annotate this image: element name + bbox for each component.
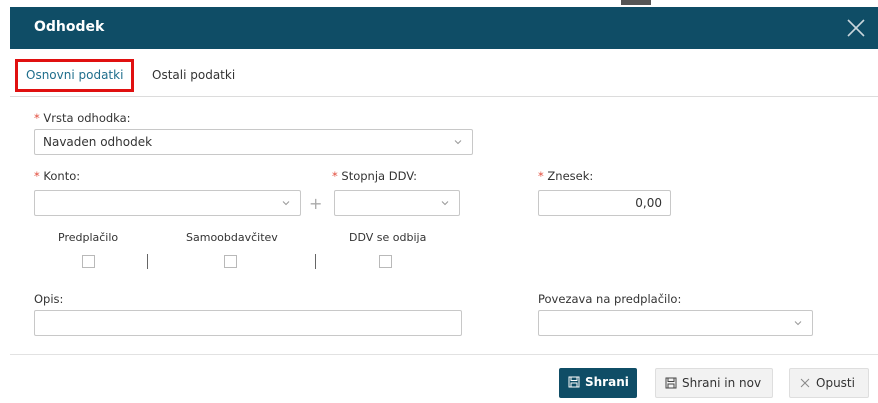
vrsta-odhodka-value: Navaden odhodek [43, 135, 153, 149]
required-marker: * [34, 169, 40, 183]
konto-select[interactable] [34, 190, 301, 216]
tab-bar: Osnovni podatki Ostali podatki [10, 49, 878, 97]
save-button[interactable]: Shrani [559, 368, 637, 398]
samoobdavcitev-label: Samoobdavčitev [186, 231, 278, 244]
ddv-se-odbija-label: DDV se odbija [349, 231, 427, 244]
znesek-label: * Znesek: [538, 169, 593, 183]
vrsta-odhodka-select[interactable]: Navaden odhodek [34, 129, 473, 155]
plus-sign: + [309, 194, 323, 213]
konto-label-text: Konto: [43, 169, 81, 183]
znesek-label-text: Znesek: [547, 169, 594, 183]
background-strip [10, 0, 878, 7]
znesek-input[interactable]: 0,00 [538, 190, 671, 216]
close-icon [800, 378, 810, 388]
divider [147, 254, 148, 269]
footer-divider [10, 354, 878, 355]
stopnja-ddv-select[interactable] [334, 190, 460, 216]
floppy-disk-icon [665, 377, 677, 389]
divider [315, 254, 316, 269]
stopnja-ddv-label: * Stopnja DDV: [332, 169, 417, 183]
expense-dialog: Odhodek Osnovni podatki Ostali podatki *… [10, 7, 878, 403]
dialog-header: Odhodek [10, 7, 878, 49]
save-and-new-button-label: Shrani in nov [682, 376, 762, 390]
predplacilo-checkbox[interactable] [82, 255, 95, 268]
required-marker: * [34, 111, 40, 125]
close-icon[interactable] [844, 16, 868, 40]
vrsta-odhodka-label-text: Vrsta odhodka: [43, 111, 131, 125]
save-and-new-button[interactable]: Shrani in nov [655, 368, 773, 398]
required-marker: * [332, 169, 338, 183]
required-marker: * [538, 169, 544, 183]
stopnja-ddv-label-text: Stopnja DDV: [341, 169, 418, 183]
znesek-value: 0,00 [635, 196, 662, 210]
chevron-down-icon [454, 140, 462, 145]
povezava-select[interactable] [538, 310, 813, 336]
vrsta-odhodka-label: * Vrsta odhodka: [34, 111, 131, 125]
chevron-down-icon [282, 201, 290, 206]
dialog-title: Odhodek [34, 19, 105, 35]
povezava-label: Povezava na predplačilo: [538, 292, 682, 306]
background-fragment [621, 0, 651, 5]
opis-input[interactable] [34, 310, 462, 336]
konto-label: * Konto: [34, 169, 80, 183]
tab-osnovni-podatki[interactable]: Osnovni podatki [26, 68, 123, 82]
samoobdavcitev-checkbox[interactable] [224, 255, 237, 268]
ddv-se-odbija-checkbox[interactable] [379, 255, 392, 268]
chevron-down-icon [441, 201, 449, 206]
floppy-disk-icon [568, 376, 580, 388]
cancel-button-label: Opusti [816, 376, 855, 390]
chevron-down-icon [794, 321, 802, 326]
predplacilo-label: Predplačilo [58, 231, 119, 244]
tab-ostali-podatki[interactable]: Ostali podatki [152, 68, 235, 82]
save-button-label: Shrani [585, 375, 629, 389]
opis-label: Opis: [34, 292, 64, 306]
cancel-button[interactable]: Opusti [789, 368, 869, 398]
